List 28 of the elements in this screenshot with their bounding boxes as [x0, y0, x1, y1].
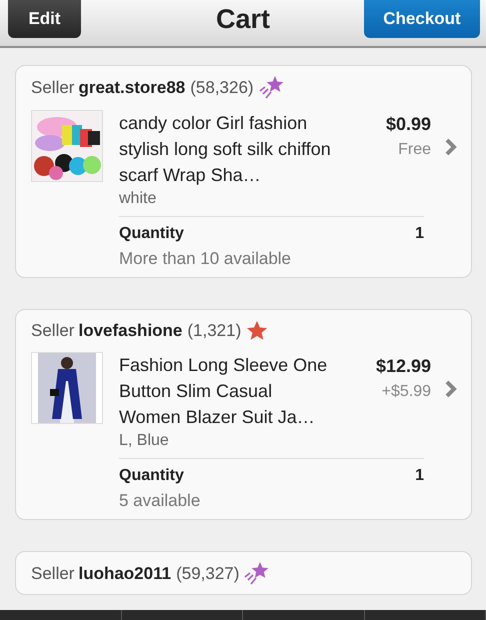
quantity-value[interactable]: 1 [415, 225, 424, 243]
shipping-cost: Free [398, 141, 431, 159]
quantity-value[interactable]: 1 [415, 467, 424, 485]
seller-name[interactable]: luohao2011 [78, 564, 172, 584]
seller-rating: (1,321) [187, 321, 242, 341]
availability-text: More than 10 available [119, 249, 292, 269]
seller-label: Seller [31, 78, 74, 98]
chevron-icon[interactable] [445, 138, 457, 156]
availability-text: 5 available [119, 491, 202, 511]
seller-label: Seller [31, 564, 74, 584]
seller-name[interactable]: lovefashione [78, 321, 182, 341]
seller-rating: (58,326) [190, 78, 254, 98]
shipping-cost: +$5.99 [382, 383, 431, 401]
checkout-button[interactable]: Checkout [364, 0, 480, 38]
item-title[interactable]: candy color Girl fashion stylish long soft silk chiffon scarf Wrap Sha… [119, 110, 331, 188]
item-variant: L, Blue [119, 432, 170, 450]
chevron-icon[interactable] [445, 380, 457, 398]
item-price: $12.99 [376, 356, 431, 377]
edit-button[interactable]: Edit [8, 0, 81, 38]
quantity-label: Quantity [119, 225, 184, 243]
item-variant: white [119, 190, 158, 208]
seller-name[interactable]: great.store88 [78, 78, 186, 98]
quantity-label: Quantity [119, 467, 184, 485]
item-price: $0.99 [386, 114, 431, 135]
seller-rating: (59,327) [176, 564, 240, 584]
item-title[interactable]: Fashion Long Sleeve One Button Slim Casual Women Blazer Suit Ja… [119, 352, 331, 430]
page-title: Cart [216, 4, 270, 34]
seller-label: Seller [31, 321, 74, 341]
